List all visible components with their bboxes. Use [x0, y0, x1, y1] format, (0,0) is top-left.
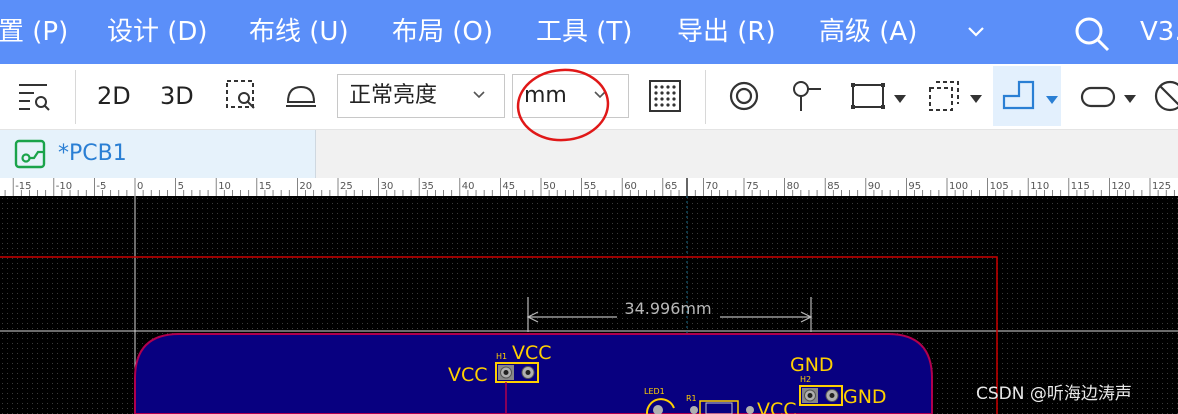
ruler-label: -5: [96, 181, 106, 192]
net-label-vcc-top: VCC: [512, 342, 552, 364]
chevron-down-icon[interactable]: [964, 22, 988, 42]
dimension-annotation: 34.996mm: [526, 297, 813, 332]
menu-bar: 置 (P) 设计 (D) 布线 (U) 布局 (O) 工具 (T) 导出 (R)…: [0, 0, 1178, 64]
pin-icon[interactable]: [788, 78, 824, 114]
grid-icon[interactable]: [647, 78, 683, 114]
version-label: V3.: [1140, 17, 1178, 47]
ruler-label: 90: [868, 181, 881, 192]
ruler-label: 65: [665, 181, 678, 192]
ruler-label: 50: [543, 181, 556, 192]
ruler-label: 0: [137, 181, 143, 192]
toolbar-separator: [705, 70, 706, 124]
ruler-label: 110: [1030, 181, 1049, 192]
ruler-label: 70: [705, 181, 718, 192]
pcb-document-icon: [14, 139, 46, 169]
watermark: CSDN @听海边涛声: [976, 384, 1132, 404]
menu-layout[interactable]: 布局 (O): [392, 14, 493, 50]
caret-down-icon: [1046, 96, 1058, 104]
ruler-label: 60: [624, 181, 637, 192]
toolbar-separator: [75, 70, 76, 124]
ruler-label: 25: [340, 181, 353, 192]
ruler-label: 125: [1152, 181, 1171, 192]
net-label-vcc-r1: VCC: [757, 399, 797, 414]
ruler-label: 5: [178, 181, 184, 192]
ruler-label: -15: [15, 181, 31, 192]
view-3d-button[interactable]: 3D: [160, 80, 194, 112]
ruler-label: 20: [299, 181, 312, 192]
ruler-label: 15: [259, 181, 272, 192]
units-select[interactable]: mm: [512, 74, 629, 118]
dimension-text: 34.996mm: [624, 299, 711, 318]
board-outline-icon[interactable]: [850, 78, 886, 114]
net-label-gnd-top: GND: [790, 354, 834, 376]
ruler-label: 95: [908, 181, 921, 192]
menu-export[interactable]: 导出 (R): [677, 14, 776, 50]
tab-pcb1[interactable]: *PCB1: [0, 130, 316, 178]
eraser-icon[interactable]: [283, 78, 319, 114]
toolbar: 2D 3D 正常亮度 mm: [0, 64, 1178, 130]
pad-icon[interactable]: [1080, 78, 1116, 114]
ref-h1: H1: [496, 352, 507, 361]
ruler-label: 105: [990, 181, 1009, 192]
caret-down-icon[interactable]: [1123, 94, 1137, 104]
ruler-label: 55: [584, 181, 597, 192]
menu-design[interactable]: 设计 (D): [107, 14, 208, 50]
ruler-label: 40: [462, 181, 475, 192]
track-icon: [1002, 80, 1035, 110]
route-track-button[interactable]: [993, 66, 1061, 126]
ruler-label: 35: [421, 181, 434, 192]
brightness-select[interactable]: 正常亮度: [337, 74, 505, 118]
net-label-gnd-right: GND: [843, 386, 887, 408]
via-icon[interactable]: [726, 78, 762, 114]
units-select-value: mm: [524, 83, 567, 108]
ruler-label: 115: [1071, 181, 1090, 192]
ref-h2: H2: [800, 375, 811, 384]
menu-place[interactable]: 置 (P): [0, 14, 68, 50]
caret-down-icon[interactable]: [969, 94, 983, 104]
ruler-label: 80: [787, 181, 800, 192]
ruler-label: 10: [218, 181, 231, 192]
net-label-vcc-left: VCC: [448, 364, 488, 386]
ruler-label: 100: [949, 181, 968, 192]
ref-r1: R1: [686, 394, 697, 403]
chevron-down-icon: [473, 91, 485, 99]
menu-tools[interactable]: 工具 (T): [536, 14, 632, 50]
ruler-label: 85: [827, 181, 840, 192]
ruler-label: 45: [502, 181, 515, 192]
list-search-icon[interactable]: [16, 78, 52, 114]
zoom-area-icon[interactable]: [224, 78, 260, 114]
ruler-ticks: -15 -10 -5 0 5 10 15 20 25 30 35 40 45 50 55 60 65 70 75 80…: [4, 178, 1175, 196]
ref-led1: LED1: [644, 387, 665, 396]
region-icon[interactable]: [926, 78, 962, 114]
ruler-label: -10: [56, 181, 72, 192]
no-connect-icon[interactable]: [1152, 78, 1178, 114]
tab-pcb1-label: *PCB1: [58, 141, 127, 166]
chevron-down-icon: [594, 91, 606, 99]
menu-route[interactable]: 布线 (U): [249, 14, 349, 50]
view-2d-button[interactable]: 2D: [97, 80, 131, 112]
caret-down-icon[interactable]: [893, 94, 907, 104]
search-icon[interactable]: [1072, 14, 1112, 54]
horizontal-ruler[interactable]: -15 -10 -5 0 5 10 15 20 25 30 35 40 45 50 55 60 65 70 75 80…: [0, 178, 1178, 196]
ruler-label: 75: [746, 181, 759, 192]
ruler-label: 30: [381, 181, 394, 192]
menu-advanced[interactable]: 高级 (A): [819, 14, 917, 50]
ruler-label: 120: [1111, 181, 1130, 192]
document-tab-bar: *PCB1: [0, 130, 1178, 178]
pcb-canvas[interactable]: 34.996mm H1 VCC VCC GND H2 GND LED1 R1 V…: [0, 196, 1178, 414]
brightness-select-value: 正常亮度: [349, 83, 438, 108]
